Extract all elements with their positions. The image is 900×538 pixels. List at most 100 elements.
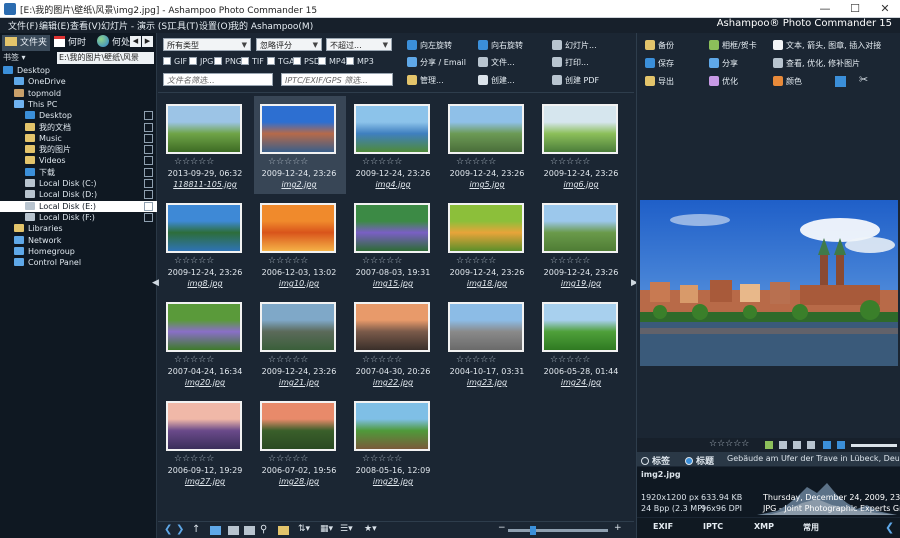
menu-view[interactable]: 查看(V) <box>70 19 101 32</box>
thumbnail-item[interactable]: ☆☆☆☆☆ 2006-05-28, 01:44 img24.jpg <box>536 294 628 392</box>
thumbnail-item[interactable]: ☆☆☆☆☆ 2007-04-24, 16:34 img20.jpg <box>160 294 252 392</box>
histogram-icon[interactable] <box>807 441 815 449</box>
thumbnail-image[interactable] <box>260 203 336 253</box>
menu-tools[interactable]: 工具(T) <box>168 19 199 32</box>
tree-item[interactable]: Local Disk (D:) <box>0 189 157 200</box>
list-icon[interactable]: ☰▾ <box>340 524 353 534</box>
zoom-out-icon[interactable]: − <box>498 523 506 533</box>
rating-stars[interactable]: ☆☆☆☆☆ <box>362 256 402 266</box>
rating-stars[interactable]: ☆☆☆☆☆ <box>174 454 214 464</box>
close-button[interactable]: ✕ <box>870 0 900 18</box>
view-optimize-button[interactable]: 查看, 优化, 修补图片 <box>773 57 860 71</box>
rating-stars[interactable]: ☆☆☆☆☆ <box>362 355 402 365</box>
thumbnail-filename[interactable]: img23.jpg <box>442 378 532 387</box>
rating-stars[interactable]: ☆☆☆☆☆ <box>174 157 214 167</box>
thumbnail-image[interactable] <box>260 401 336 451</box>
thumbnail-image[interactable] <box>354 203 430 253</box>
zoom-icon[interactable] <box>823 441 831 449</box>
tree-checkbox[interactable] <box>144 145 153 155</box>
thumbnail-item[interactable]: ☆☆☆☆☆ 2009-12-24, 23:26 img21.jpg <box>254 294 346 392</box>
tree-checkbox[interactable] <box>144 179 153 188</box>
filename-filter-input[interactable]: 文件名筛选... <box>163 73 273 86</box>
share-button[interactable]: 分享 <box>709 57 738 71</box>
thumbnail-filename[interactable]: img2.jpg <box>254 180 344 189</box>
menu-settings[interactable]: 设置(O) <box>199 19 231 32</box>
format-checkbox[interactable]: MP4 <box>318 57 346 67</box>
thumbnail-image[interactable] <box>354 401 430 451</box>
thumbnail-item[interactable]: ☆☆☆☆☆ 2009-12-24, 23:26 img19.jpg <box>536 195 628 293</box>
tree-item[interactable]: Desktop <box>0 110 157 121</box>
thumbnail-item[interactable]: ☆☆☆☆☆ 2009-12-24, 23:26 img4.jpg <box>348 96 440 194</box>
rating-stars[interactable]: ☆☆☆☆☆ <box>550 355 590 365</box>
thumbnail-filename[interactable]: img5.jpg <box>442 180 532 189</box>
rotate-right-button[interactable]: 向右旋转 <box>478 39 523 53</box>
format-checkbox[interactable]: TIF <box>241 57 264 67</box>
rating-stars[interactable]: ☆☆☆☆☆ <box>362 157 402 167</box>
rating-stars[interactable]: ☆☆☆☆☆ <box>268 355 308 365</box>
slideshow-button[interactable]: 幻灯片... <box>552 39 597 53</box>
thumbnail-filename[interactable]: img20.jpg <box>160 378 250 387</box>
optimize-button[interactable]: 优化 <box>709 75 738 89</box>
tab-xmp[interactable]: XMP <box>754 522 774 531</box>
up-arrow-icon[interactable]: ↑ <box>192 524 200 535</box>
tree-item[interactable]: Music <box>0 133 157 144</box>
thumbnail-image[interactable] <box>260 302 336 352</box>
tree-checkbox[interactable] <box>144 212 153 222</box>
tree-checkbox[interactable] <box>144 201 153 211</box>
thumbnail-item[interactable]: ☆☆☆☆☆ 2007-08-03, 19:31 img15.jpg <box>348 195 440 293</box>
thumbnail-filename[interactable]: img6.jpg <box>536 180 626 189</box>
crop-icon[interactable] <box>835 76 846 87</box>
rating-stars[interactable]: ☆☆☆☆☆ <box>174 355 214 365</box>
rating-stars[interactable]: ☆☆☆☆☆ <box>174 256 214 266</box>
manage-button[interactable]: 管理... <box>407 74 444 88</box>
maximize-button[interactable]: ☐ <box>840 0 870 18</box>
thumbnail-item[interactable]: ☆☆☆☆☆ 2009-12-24, 23:26 img18.jpg <box>442 195 534 293</box>
nav-back-icon[interactable]: ◀ <box>130 36 141 47</box>
tree-checkbox[interactable] <box>144 122 153 132</box>
thumbnail-image[interactable] <box>448 203 524 253</box>
tree-checkbox[interactable] <box>144 156 153 166</box>
color-button[interactable]: 颜色 <box>773 75 802 89</box>
frame-card-button[interactable]: 相框/贺卡 <box>709 39 757 53</box>
thumbnail-filename[interactable]: img28.jpg <box>254 477 344 486</box>
thumbnail-image[interactable] <box>448 104 524 154</box>
sort-icon[interactable]: ⇅▾ <box>298 524 310 534</box>
image-preview[interactable] <box>640 200 898 366</box>
zoom-icon[interactable]: ⚲ <box>260 524 267 535</box>
tree-checkbox[interactable] <box>144 133 153 143</box>
rating-stars[interactable]: ☆☆☆☆☆ <box>550 256 590 266</box>
thumbnail-item[interactable]: ☆☆☆☆☆ 2008-05-16, 12:09 img29.jpg <box>348 393 440 491</box>
rotate-left-button[interactable]: 向左旋转 <box>407 39 452 53</box>
format-checkbox[interactable]: GIF <box>163 57 187 67</box>
thumbnail-filename[interactable]: img10.jpg <box>254 279 344 288</box>
rating-stars[interactable]: ☆☆☆☆☆ <box>268 454 308 464</box>
tree-checkbox[interactable] <box>144 167 153 177</box>
create-button[interactable]: 创建... <box>478 74 515 88</box>
thumbnail-item[interactable]: ☆☆☆☆☆ 2013-09-29, 06:32 118811-105.jpg <box>160 96 252 194</box>
view-icon[interactable] <box>210 526 221 535</box>
format-checkbox[interactable]: PSD <box>293 57 320 67</box>
rating-stars[interactable]: ☆☆☆☆☆ <box>268 256 308 266</box>
file-button[interactable]: 文件... <box>478 56 515 70</box>
thumbnail-item[interactable]: ☆☆☆☆☆ 2006-12-03, 13:02 img10.jpg <box>254 195 346 293</box>
tag-icon[interactable] <box>765 441 773 449</box>
thumbnail-filename[interactable]: img22.jpg <box>348 378 438 387</box>
rating-stars[interactable]: ☆☆☆☆☆ <box>550 157 590 167</box>
thumbnail-item[interactable]: ☆☆☆☆☆ 2009-12-24, 23:26 img6.jpg <box>536 96 628 194</box>
thumbnail-item[interactable]: ☆☆☆☆☆ 2009-12-24, 23:26 img8.jpg <box>160 195 252 293</box>
tree-item[interactable]: Desktop <box>0 65 157 76</box>
thumbnail-filename[interactable]: img21.jpg <box>254 378 344 387</box>
save-button[interactable]: 保存 <box>645 57 674 71</box>
zoom-slider-track[interactable] <box>508 529 608 532</box>
thumbnail-image[interactable] <box>542 203 618 253</box>
tab-common[interactable]: 常用 <box>803 522 819 533</box>
thumbnail-filename[interactable]: img15.jpg <box>348 279 438 288</box>
thumbnail-item[interactable]: ☆☆☆☆☆ 2007-04-30, 20:26 img22.jpg <box>348 294 440 392</box>
collapse-left-icon[interactable]: ◀ <box>152 278 159 292</box>
thumbnail-filename[interactable]: 118811-105.jpg <box>160 180 250 189</box>
tree-item[interactable]: Homegroup <box>0 246 157 257</box>
tab-when[interactable]: 何时 <box>54 35 86 51</box>
thumbnail-item[interactable]: ☆☆☆☆☆ 2006-09-12, 19:29 img27.jpg <box>160 393 252 491</box>
tree-item[interactable]: OneDrive <box>0 76 157 87</box>
thumbnail-image[interactable] <box>542 104 618 154</box>
